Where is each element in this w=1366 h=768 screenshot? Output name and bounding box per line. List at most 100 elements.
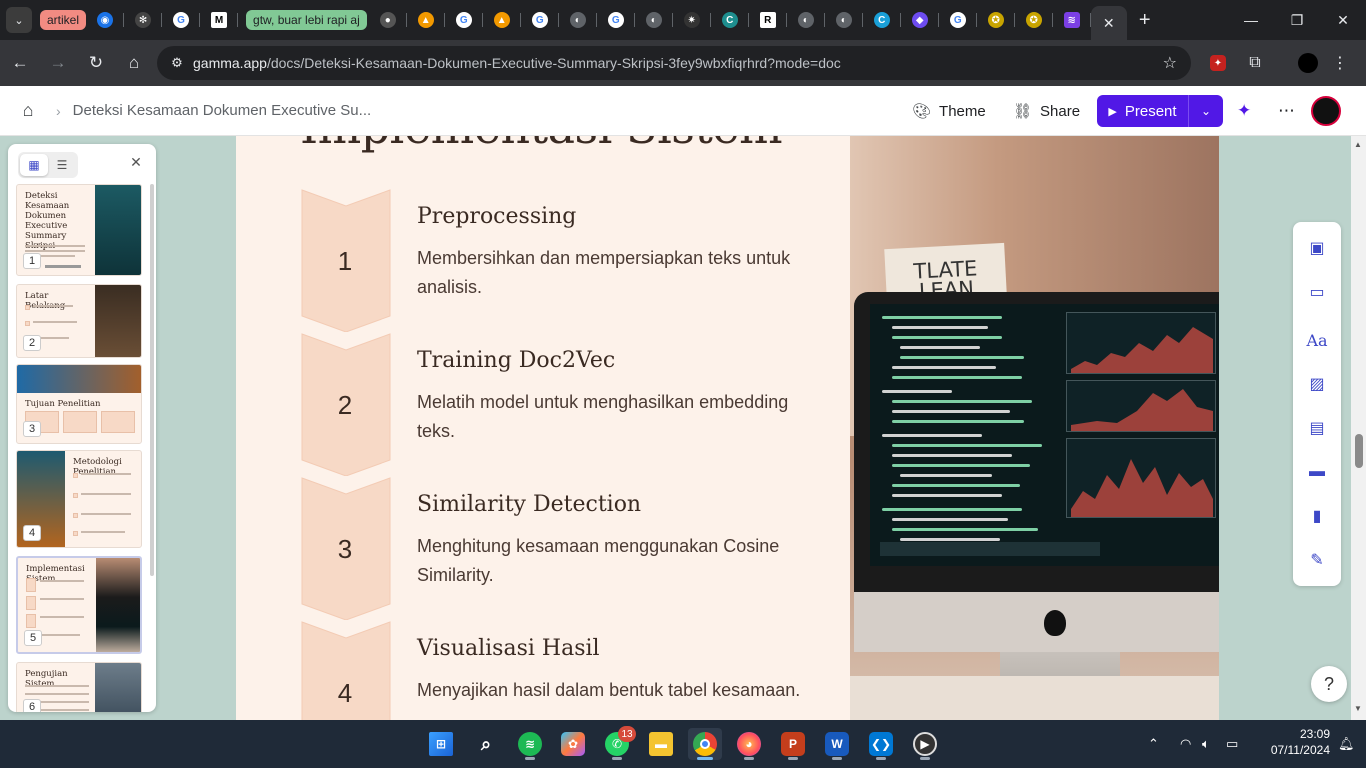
card-thumbnail[interactable]: Tujuan Penelitian 3	[16, 364, 142, 444]
layout-icon[interactable]: ▭	[1305, 280, 1329, 304]
site-info-icon[interactable]: ⚙	[161, 55, 193, 71]
scroll-down-icon[interactable]: ▼	[1354, 704, 1362, 713]
powerpoint-app[interactable]: P	[776, 728, 810, 760]
close-panel-icon[interactable]: ✕	[128, 154, 144, 174]
tab-group-gtw[interactable]: gtw, buar lebi rapi aj	[246, 10, 367, 30]
wifi-icon[interactable]: ◠	[1180, 720, 1191, 768]
volume-icon[interactable]: 🔈︎	[1202, 720, 1210, 768]
whatsapp-app[interactable]: ✆ 13	[600, 726, 636, 760]
panel-scrollbar[interactable]	[150, 184, 154, 576]
firefox-app[interactable]: ◕	[732, 728, 766, 760]
step-title[interactable]: Similarity Detection	[417, 492, 641, 517]
media-player-app[interactable]: ▶	[908, 728, 942, 760]
chart-icon[interactable]: ▮	[1305, 504, 1329, 528]
tab-favicon-b[interactable]: ▲	[483, 0, 521, 40]
ai-sparkle-button[interactable]: ✦	[1237, 98, 1251, 124]
chrome-app[interactable]	[688, 728, 722, 760]
tab-favicon-puzzle[interactable]: ✷	[673, 0, 711, 40]
computer-monitor-photo[interactable]: TLATE LEAN	[850, 136, 1219, 720]
profile-avatar[interactable]	[1296, 51, 1320, 75]
search-button[interactable]: ⌕	[469, 728, 503, 760]
restore-button[interactable]: ❐	[1274, 0, 1320, 40]
breadcrumb[interactable]: Deteksi Kesamaan Dokumen Executive Su...	[73, 102, 371, 119]
tab-favicon-canva[interactable]: C	[863, 0, 901, 40]
step-title[interactable]: Preprocessing	[417, 204, 576, 229]
home-button[interactable]: ⌂	[116, 45, 152, 81]
extensions-puzzle-icon[interactable]: ⧉	[1243, 51, 1267, 75]
page-scrollbar[interactable]: ▲ ▼	[1351, 136, 1366, 720]
system-clock[interactable]: 23:09 07/11/2024	[1252, 726, 1330, 758]
tab-search-button[interactable]: ⌄	[6, 7, 32, 33]
back-button[interactable]: ←	[2, 45, 38, 81]
gamma-home-button[interactable]: ⌂	[0, 86, 56, 136]
card-thumbnail[interactable]: Deteksi Kesamaan Dokumen Executive Summa…	[16, 184, 142, 276]
tab-favicon-maps[interactable]: ◉	[86, 0, 125, 40]
show-hidden-icons-chevron-icon[interactable]: ⌃	[1148, 720, 1159, 768]
card-thumbnail[interactable]: Pengujian Sistem 6	[16, 662, 142, 712]
tab-favicon-copilot[interactable]: ◆	[901, 0, 939, 40]
theme-button[interactable]: 🎨︎ Theme	[912, 98, 986, 124]
step-description[interactable]: Menyajikan hasil dalam bentuk tabel kesa…	[417, 676, 807, 705]
card-thumbnail[interactable]: Latar Belakang 2	[16, 284, 142, 358]
add-card-icon[interactable]: ▣	[1305, 236, 1329, 260]
card-thumbnail-active[interactable]: Implementasi Sistem 5	[16, 556, 142, 654]
more-options-button[interactable]: ⋯	[1278, 98, 1295, 124]
address-bar[interactable]: ⚙ gamma.app/docs/Deteksi-Kesamaan-Dokume…	[157, 46, 1191, 80]
tab-favicon-globe-3[interactable]: ◐	[787, 0, 825, 40]
edit-icon[interactable]: ✎	[1305, 548, 1329, 572]
tab-favicon-r[interactable]: R	[749, 0, 787, 40]
step-title[interactable]: Training Doc2Vec	[417, 348, 615, 373]
thumbnail-view-icon[interactable]: ▦	[20, 154, 48, 176]
new-tab-button[interactable]: +	[1127, 0, 1163, 40]
help-button[interactable]: ?	[1311, 666, 1347, 702]
text-style-icon[interactable]: Aa	[1305, 328, 1329, 352]
tab-favicon-univ-2[interactable]: ✪	[1015, 0, 1053, 40]
tab-favicon-google[interactable]: G	[162, 0, 201, 40]
vscode-app[interactable]: ❮❯	[864, 728, 898, 760]
minimize-button[interactable]: —	[1228, 0, 1274, 40]
list-view-icon[interactable]: ☰	[48, 154, 76, 176]
tab-favicon-globe-4[interactable]: ◐	[825, 0, 863, 40]
active-tab[interactable]: ✕	[1090, 6, 1127, 40]
start-button[interactable]: ⊞	[424, 728, 458, 760]
scroll-up-icon[interactable]: ▲	[1354, 140, 1362, 149]
more-menu-icon[interactable]: ⋮	[1328, 51, 1352, 75]
word-app[interactable]: W	[820, 728, 854, 760]
tab-favicon-google-4[interactable]: G	[597, 0, 635, 40]
tab-favicon-a[interactable]: ▲	[407, 0, 445, 40]
step-description[interactable]: Menghitung kesamaan menggunakan Cosine S…	[417, 532, 807, 590]
embed-icon[interactable]: ▬	[1305, 460, 1329, 484]
tab-group-artikel[interactable]: artikel	[40, 10, 87, 30]
notification-bell-icon[interactable]: 🔔︎	[1338, 720, 1355, 768]
step-description[interactable]: Melatih model untuk menghasilkan embeddi…	[417, 388, 807, 446]
close-tab-icon[interactable]: ✕	[1103, 15, 1115, 32]
step-description[interactable]: Membersihkan dan mempersiapkan teks untu…	[417, 244, 807, 302]
tab-favicon-openai[interactable]: ✻	[124, 0, 163, 40]
tab-favicon-medium[interactable]: M	[200, 0, 239, 40]
reload-button[interactable]: ↻	[78, 45, 114, 81]
tab-favicon-globe[interactable]: ◐	[559, 0, 597, 40]
scrollbar-thumb[interactable]	[1355, 434, 1363, 468]
extension-icon[interactable]: ✦	[1206, 51, 1230, 75]
section-title[interactable]: Implementasi Sistem	[300, 136, 783, 154]
bookmark-star-icon[interactable]: ☆	[1163, 53, 1177, 73]
close-window-button[interactable]: ✕	[1320, 0, 1366, 40]
url-text[interactable]: gamma.app/docs/Deteksi-Kesamaan-Dokumen-…	[193, 55, 841, 71]
battery-icon[interactable]: ▭	[1226, 720, 1238, 768]
tab-favicon-globe-2[interactable]: ◐	[635, 0, 673, 40]
present-options-chevron-icon[interactable]: ⌄	[1189, 104, 1223, 118]
tab-favicon-google-3[interactable]: G	[521, 0, 559, 40]
user-avatar[interactable]	[1311, 96, 1341, 126]
video-icon[interactable]: ▤	[1305, 416, 1329, 440]
tab-favicon-github[interactable]: ●	[369, 0, 407, 40]
file-explorer-app[interactable]: ▬	[644, 728, 678, 760]
tab-favicon-google-2[interactable]: G	[445, 0, 483, 40]
tab-favicon-c[interactable]: C	[711, 0, 749, 40]
card-thumbnail[interactable]: Metodologi Penelitian 4	[16, 450, 142, 548]
tab-favicon-univ[interactable]: ✪	[977, 0, 1015, 40]
spotify-app[interactable]: ≋	[513, 728, 547, 760]
forward-button[interactable]: →	[40, 45, 76, 81]
tab-favicon-google-5[interactable]: G	[939, 0, 977, 40]
copilot-app[interactable]: ✿	[556, 728, 590, 760]
image-icon[interactable]: ▨	[1305, 372, 1329, 396]
